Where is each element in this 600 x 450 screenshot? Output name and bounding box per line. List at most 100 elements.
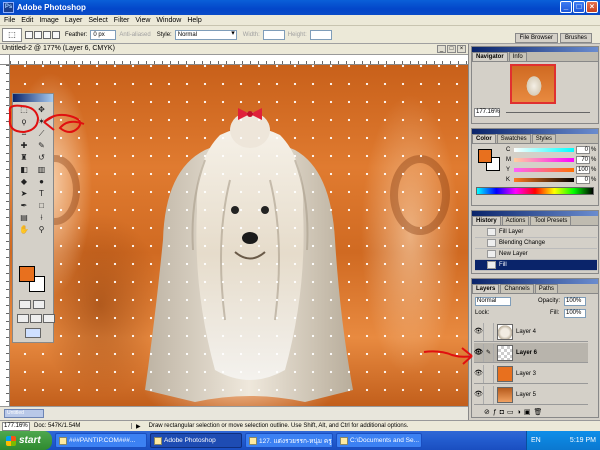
- opacity-input[interactable]: 100%: [564, 297, 586, 306]
- menu-filter[interactable]: Filter: [114, 17, 130, 24]
- link-layers-icon[interactable]: ⊘: [484, 408, 490, 416]
- adjustment-layer-icon[interactable]: ◑: [517, 409, 521, 416]
- tool-preset-picker[interactable]: ⬚: [2, 27, 22, 42]
- toolbox-title-bar[interactable]: [13, 94, 53, 102]
- layer-mask-icon[interactable]: ◘: [500, 409, 504, 416]
- add-selection-icon[interactable]: [34, 30, 42, 39]
- quickmask-mode-icon[interactable]: [33, 300, 45, 309]
- style-select[interactable]: Normal: [174, 29, 237, 40]
- ruler-horizontal[interactable]: [10, 55, 468, 65]
- layer-row[interactable]: 👁 Layer 4: [474, 322, 588, 342]
- type-tool-icon[interactable]: T: [34, 188, 50, 199]
- layer-row[interactable]: 👁 Layer 5: [474, 385, 588, 405]
- standard-mode-icon[interactable]: [19, 300, 31, 309]
- history-item[interactable]: Blending Change: [475, 238, 597, 249]
- menu-window[interactable]: Window: [156, 17, 181, 24]
- tab-styles[interactable]: Styles: [531, 134, 557, 143]
- channel-value[interactable]: 0: [576, 146, 590, 154]
- menu-select[interactable]: Select: [88, 17, 107, 24]
- hand-tool-icon[interactable]: ✋: [16, 224, 32, 235]
- menu-view[interactable]: View: [135, 17, 150, 24]
- ruler-origin[interactable]: [0, 55, 10, 65]
- shape-tool-icon[interactable]: □: [34, 200, 50, 211]
- link-slot[interactable]: [484, 322, 494, 341]
- navigator-preview[interactable]: [510, 64, 556, 104]
- minimized-document[interactable]: Untitled: [4, 409, 44, 418]
- close-button[interactable]: ×: [586, 1, 598, 13]
- width-input[interactable]: [262, 29, 285, 40]
- history-brush-icon[interactable]: ↺: [34, 152, 50, 163]
- ruler-vertical[interactable]: [0, 65, 10, 406]
- slice-tool-icon[interactable]: ⟋: [34, 128, 50, 139]
- tab-navigator[interactable]: Navigator: [472, 52, 508, 61]
- crop-tool-icon[interactable]: ⌗: [16, 128, 32, 139]
- menu-edit[interactable]: Edit: [21, 17, 33, 24]
- antialiased-checkbox[interactable]: Anti-aliased: [119, 32, 150, 38]
- eye-icon[interactable]: 👁: [474, 364, 484, 383]
- notes-tool-icon[interactable]: ▤: [16, 212, 32, 223]
- navigator-zoom-slider[interactable]: [506, 112, 590, 113]
- channel-slider[interactable]: [514, 158, 574, 162]
- channel-slider[interactable]: [514, 178, 574, 182]
- doc-maximize-button[interactable]: □: [447, 45, 456, 53]
- status-menu-arrow-icon[interactable]: ▶: [136, 423, 141, 430]
- taskbar-button[interactable]: ###PANTIP.COM###...: [55, 433, 147, 448]
- new-selection-icon[interactable]: [25, 30, 33, 39]
- layer-row[interactable]: 👁 Layer 3: [474, 364, 588, 384]
- foreground-color-swatch[interactable]: [19, 266, 35, 282]
- channel-value[interactable]: 0: [576, 176, 590, 184]
- color-spectrum-bar[interactable]: [476, 187, 594, 195]
- menu-layer[interactable]: Layer: [65, 17, 83, 24]
- eye-icon[interactable]: 👁: [474, 322, 484, 341]
- subtract-selection-icon[interactable]: [43, 30, 51, 39]
- link-slot[interactable]: [484, 385, 494, 404]
- layer-row-selected[interactable]: 👁 ✎ Layer 6: [474, 343, 588, 363]
- new-layer-icon[interactable]: ▣: [524, 408, 531, 416]
- move-tool-icon[interactable]: ✥: [34, 104, 50, 115]
- channel-slider[interactable]: [514, 168, 574, 172]
- lasso-tool-icon[interactable]: ϙ: [16, 116, 32, 127]
- feather-input[interactable]: 0 px: [90, 29, 117, 40]
- eye-icon[interactable]: 👁: [474, 343, 484, 362]
- trash-icon[interactable]: 🗑: [534, 408, 543, 416]
- history-item[interactable]: Fill Layer: [475, 227, 597, 238]
- tab-history[interactable]: History: [472, 216, 501, 225]
- tab-channels[interactable]: Channels: [500, 284, 534, 293]
- healing-brush-icon[interactable]: ✚: [16, 140, 32, 151]
- blur-tool-icon[interactable]: ◆: [16, 176, 32, 187]
- menu-image[interactable]: Image: [39, 17, 58, 24]
- blend-mode-select[interactable]: Normal: [475, 297, 511, 306]
- image-canvas[interactable]: [10, 65, 468, 406]
- intersect-selection-icon[interactable]: [52, 30, 60, 39]
- pen-tool-icon[interactable]: ✒: [16, 200, 32, 211]
- gradient-tool-icon[interactable]: ▥: [34, 164, 50, 175]
- eyedropper-icon[interactable]: ⟊: [34, 212, 50, 223]
- color-fg-swatch[interactable]: [478, 149, 492, 163]
- fill-input[interactable]: 100%: [564, 309, 586, 318]
- zoom-level-input[interactable]: 177.16%: [2, 421, 30, 431]
- channel-slider[interactable]: [514, 148, 574, 152]
- screen-mode-full-icon[interactable]: [43, 314, 55, 323]
- brush-icon[interactable]: ✎: [484, 343, 494, 362]
- screen-mode-full-menu-icon[interactable]: [30, 314, 42, 323]
- taskbar-button[interactable]: C:\Documents and Se...: [336, 433, 422, 448]
- tab-tool-presets[interactable]: Tool Presets: [530, 216, 572, 225]
- language-indicator[interactable]: EN: [531, 437, 541, 444]
- tab-file-browser[interactable]: File Browser: [514, 33, 558, 43]
- layer-style-icon[interactable]: ƒ: [493, 409, 497, 416]
- tab-paths[interactable]: Paths: [534, 284, 559, 293]
- path-selection-icon[interactable]: ➤: [16, 188, 32, 199]
- doc-close-button[interactable]: ×: [457, 45, 466, 53]
- tab-brushes[interactable]: Brushes: [559, 33, 592, 43]
- zoom-tool-icon[interactable]: ⚲: [34, 224, 50, 235]
- navigator-zoom-input[interactable]: 177.16%: [474, 108, 500, 117]
- screen-mode-standard-icon[interactable]: [17, 314, 29, 323]
- link-slot[interactable]: [484, 364, 494, 383]
- tab-actions[interactable]: Actions: [501, 216, 530, 225]
- tab-info[interactable]: Info: [508, 52, 527, 61]
- layer-set-icon[interactable]: ▭: [507, 408, 514, 416]
- height-input[interactable]: [309, 29, 332, 40]
- taskbar-button-active[interactable]: Adobe Photoshop: [150, 433, 242, 448]
- start-button[interactable]: start: [0, 431, 52, 450]
- dodge-tool-icon[interactable]: ●: [34, 176, 50, 187]
